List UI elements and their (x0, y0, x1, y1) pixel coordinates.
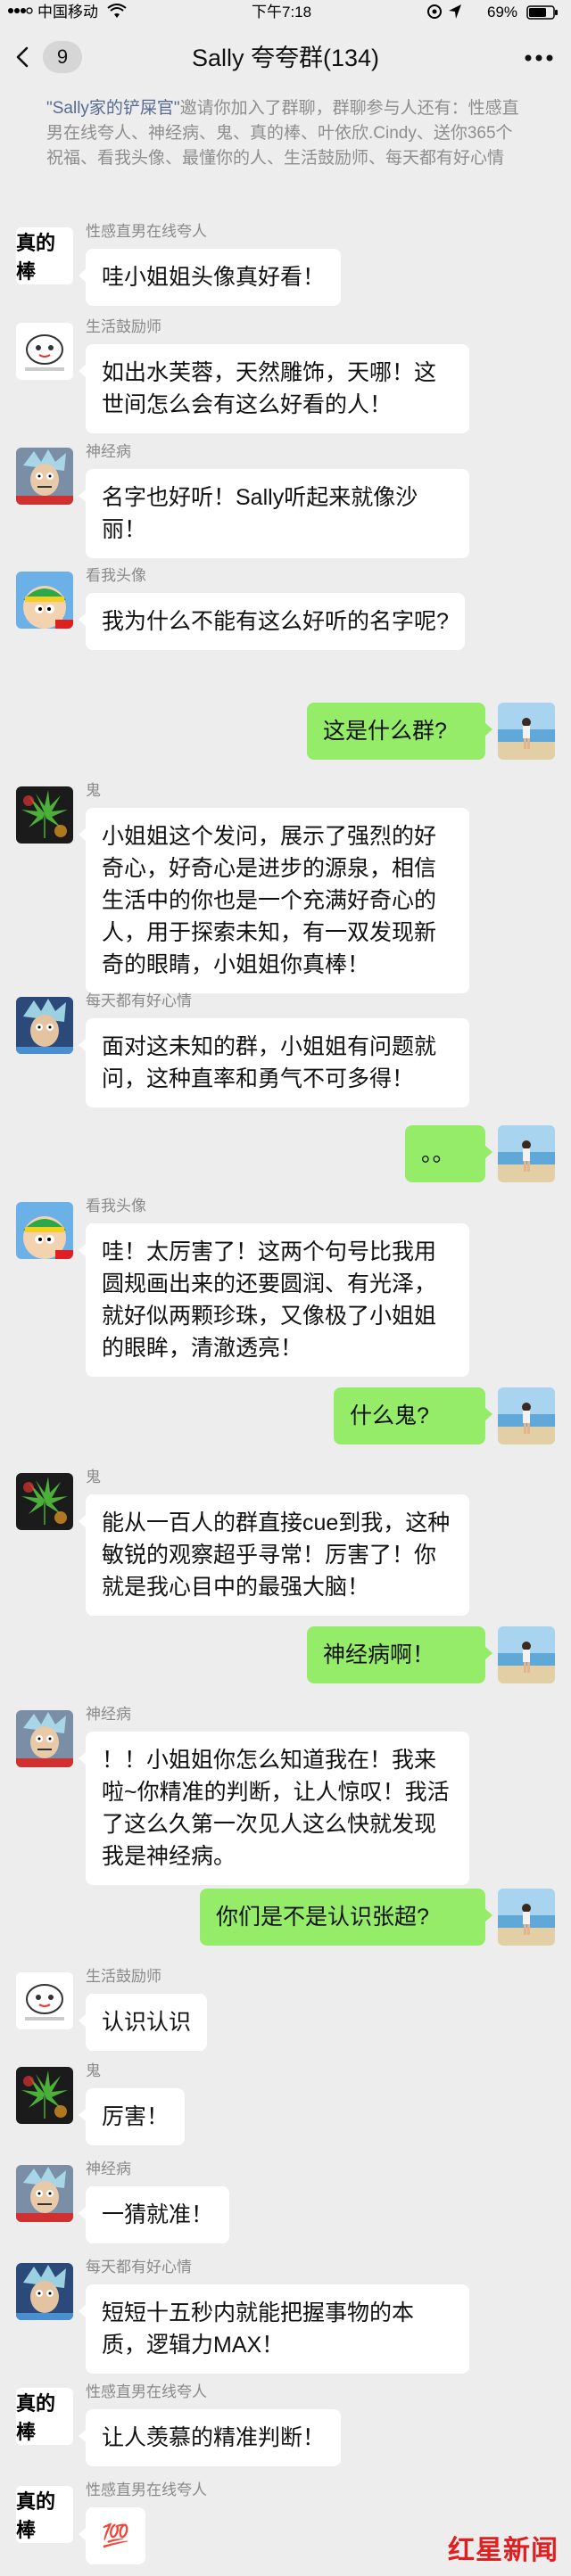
outgoing-message: 。。 (0, 1125, 571, 1182)
inviter-link[interactable]: "Sally家的铲屎官" (46, 99, 180, 118)
incoming-message: 看我头像我为什么不能有这么好听的名字呢? (0, 567, 571, 687)
more-dots-icon (525, 54, 553, 62)
avatar-label: 真的棒 (16, 2388, 73, 2445)
message-bubble[interactable]: 💯 (78, 2507, 146, 2564)
more-button[interactable] (521, 45, 557, 71)
sender-name: 神经病 (86, 2160, 131, 2177)
chat-title: Sally 夸夸群(134) (191, 45, 380, 71)
incoming-message: 神经病一猜就准！ (0, 2160, 571, 2249)
message-bubble[interactable]: 如出水芙蓉，天然雕饰，天哪！这世间怎么会有这么好看的人！ (79, 344, 469, 433)
avatar[interactable] (16, 572, 73, 629)
avatar[interactable] (16, 1972, 73, 2029)
sender-name: 性感直男在线夸人 (86, 2383, 207, 2400)
incoming-message: 看我头像哇！太厉害了！这两个句号比我用圆规画出来的还要圆润、有光泽，就好似两颗珍… (0, 1197, 571, 1382)
watermark-logo: 红星新闻 (448, 2528, 559, 2567)
battery-icon (526, 5, 559, 24)
watermark-brand: 红星新闻 (448, 2535, 559, 2566)
incoming-message: 神经病名字也好听！Sally听起来就像沙丽！ (0, 443, 571, 564)
avatar[interactable] (16, 1710, 73, 1767)
back-button[interactable]: 9 (16, 41, 82, 73)
incoming-message: 生活鼓励师如出水芙蓉，天然雕饰，天哪！这世间怎么会有这么好看的人！ (0, 318, 571, 439)
sender-name: 鬼 (86, 1469, 101, 1486)
unread-badge: 9 (43, 41, 82, 73)
message-bubble[interactable]: 认识认识 (78, 1994, 208, 2051)
sender-name: 每天都有好心情 (86, 992, 192, 1009)
avatar[interactable] (16, 786, 73, 844)
battery-percent: 69% (487, 4, 518, 21)
avatar[interactable] (498, 703, 555, 760)
avatar[interactable]: 真的棒 (16, 2486, 73, 2543)
avatar[interactable] (16, 997, 73, 1054)
message-bubble[interactable]: 名字也好听！Sally听起来就像沙丽！ (79, 469, 469, 558)
alarm-icon (426, 4, 443, 24)
message-bubble[interactable]: 面对这未知的群，小姐姐有问题就问，这种直率和勇气不可多得！ (79, 1018, 469, 1107)
avatar[interactable] (16, 448, 73, 505)
avatar[interactable]: 真的棒 (16, 2388, 73, 2445)
avatar[interactable] (498, 1125, 555, 1182)
incoming-message: 真的棒 性感直男在线夸人哇小姐姐头像真好看！ (0, 223, 571, 311)
incoming-message: 生活鼓励师认识认识 (0, 1968, 571, 2056)
incoming-message: 每天都有好心情短短十五秒内就能把握事物的本质，逻辑力MAX！ (0, 2259, 571, 2379)
avatar[interactable] (498, 1626, 555, 1683)
location-arrow-icon (448, 4, 462, 24)
message-bubble[interactable]: 小姐姐这个发问，展示了强烈的好奇心，好奇心是进步的源泉，相信生活中的你也是一个充… (79, 808, 469, 993)
incoming-message: 鬼能从一百人的群直接cue到我，这种敏锐的观察超乎寻常！厉害了！你就是我心目中的… (0, 1469, 571, 1621)
chat-header: 9 Sally 夸夸群(134) (0, 25, 571, 89)
sender-name: 生活鼓励师 (86, 1968, 161, 1985)
avatar[interactable]: 真的棒 (16, 227, 73, 284)
incoming-message: 真的棒 性感直男在线夸人让人羡慕的精准判断！ (0, 2383, 571, 2472)
signal-bars-icon (7, 4, 34, 22)
message-bubble[interactable]: 哇小姐姐头像真好看！ (78, 249, 342, 306)
status-time: 下午7:18 (252, 4, 312, 21)
message-bubble[interactable]: 哇！太厉害了！这两个句号比我用圆规画出来的还要圆润、有光泽，就好似两颗珍珠，又像… (79, 1223, 469, 1377)
avatar[interactable] (16, 1473, 73, 1530)
incoming-message: 鬼小姐姐这个发问，展示了强烈的好奇心，好奇心是进步的源泉，相信生活中的你也是一个… (0, 782, 571, 999)
sender-name: 看我头像 (86, 1197, 146, 1214)
sender-name: 生活鼓励师 (86, 318, 161, 335)
incoming-message: 每天都有好心情面对这未知的群，小姐姐有问题就问，这种直率和勇气不可多得！ (0, 992, 571, 1113)
message-bubble[interactable]: 你们是不是认识张超? (200, 1889, 492, 1946)
sender-name: 神经病 (86, 443, 131, 460)
message-bubble[interactable]: 短短十五秒内就能把握事物的本质，逻辑力MAX！ (79, 2284, 469, 2374)
carrier-label: 中国移动 (37, 4, 98, 21)
message-bubble[interactable]: 让人羡慕的精准判断！ (78, 2409, 342, 2466)
message-bubble[interactable]: 厉害！ (78, 2088, 186, 2145)
outgoing-message: 什么鬼? (0, 1387, 571, 1444)
system-notice: "Sally家的铲屎官"邀请你加入了群聊，群聊参与人还有：性感直男在线夸人、神经… (46, 96, 528, 171)
status-bar: 中国移动 下午7:18 69% (0, 0, 571, 25)
avatar[interactable] (16, 2165, 73, 2222)
outgoing-message: 这是什么群? (0, 703, 571, 760)
avatar[interactable] (16, 323, 73, 380)
sender-name: 看我头像 (86, 567, 146, 584)
sender-name: 性感直男在线夸人 (86, 2481, 207, 2498)
message-bubble[interactable]: 一猜就准！ (78, 2186, 230, 2243)
outgoing-message: 神经病啊！ (0, 1626, 571, 1683)
avatar-label: 真的棒 (16, 227, 73, 284)
incoming-message: 神经病 ！！小姐姐你怎么知道我在！我来啦~你精准的判断，让人惊叹！我活了这么久第一… (0, 1706, 571, 1885)
message-bubble[interactable]: 神经病啊！ (307, 1626, 492, 1683)
avatar[interactable] (16, 2263, 73, 2320)
incoming-message: 鬼厉害！ (0, 2062, 571, 2151)
avatar[interactable] (16, 2067, 73, 2124)
sender-name: 神经病 (86, 1706, 131, 1723)
avatar[interactable] (498, 1889, 555, 1946)
chevron-left-icon (16, 46, 29, 68)
avatar[interactable] (498, 1387, 555, 1444)
sender-name: 鬼 (86, 782, 101, 799)
outgoing-message: 你们是不是认识张超? (0, 1889, 571, 1946)
avatar[interactable] (16, 1202, 73, 1259)
message-bubble[interactable]: ！！小姐姐你怎么知道我在！我来啦~你精准的判断，让人惊叹！我活了这么久第一次见人… (79, 1732, 469, 1885)
sender-name: 每天都有好心情 (86, 2259, 192, 2276)
message-bubble[interactable]: 。。 (405, 1125, 492, 1182)
avatar-label: 真的棒 (16, 2486, 73, 2543)
message-bubble[interactable]: 这是什么群? (307, 703, 492, 760)
sender-name: 性感直男在线夸人 (86, 223, 207, 240)
message-bubble[interactable]: 能从一百人的群直接cue到我，这种敏锐的观察超乎寻常！厉害了！你就是我心目中的最… (79, 1494, 469, 1616)
message-bubble[interactable]: 什么鬼? (334, 1387, 492, 1444)
message-bubble[interactable]: 我为什么不能有这么好听的名字呢? (79, 593, 465, 650)
sender-name: 鬼 (86, 2062, 101, 2079)
wifi-icon (107, 4, 127, 24)
